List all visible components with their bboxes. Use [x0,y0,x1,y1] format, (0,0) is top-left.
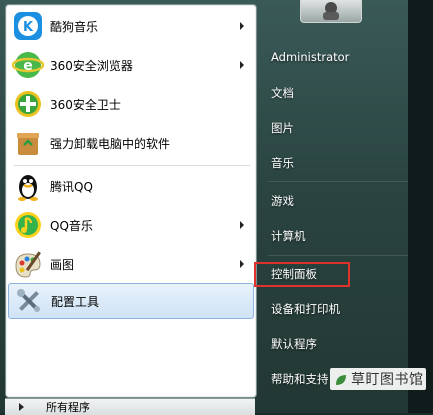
leaf-logo-icon [334,372,348,386]
program-label: 强力卸载电脑中的软件 [50,136,171,151]
submenu-arrow-icon[interactable] [240,61,244,69]
program-label: 酷狗音乐 [50,19,99,34]
program-qq-music[interactable]: QQ音乐 [8,206,254,244]
right-item-help-support[interactable]: 帮助和支持 [271,371,329,387]
program-kugou[interactable]: K 酷狗音乐 [8,7,254,45]
screen-edge [408,0,433,413]
right-item-computer[interactable]: 计算机 [271,228,306,244]
svg-text:K: K [23,20,34,35]
program-qq[interactable]: 腾讯QQ [8,167,254,205]
submenu-arrow-icon[interactable] [240,22,244,30]
svg-text:e: e [23,58,33,74]
menu-divider [268,255,418,256]
submenu-arrow-icon[interactable] [240,260,244,268]
qq-penguin-icon [12,170,44,202]
submenu-arrow-icon[interactable] [240,221,244,229]
kugou-icon: K [12,10,44,42]
right-item-devices-printers[interactable]: 设备和打印机 [271,301,340,317]
360-guard-icon [12,88,44,120]
program-paint[interactable]: 画图 [8,245,254,283]
config-tools-icon [13,285,45,317]
user-avatar[interactable] [300,0,362,23]
right-item-default-programs[interactable]: 默认程序 [271,336,317,352]
program-360-browser[interactable]: e 360安全浏览器 [8,46,254,84]
watermark-text: 草盯图书馆 [351,372,424,388]
program-label: QQ音乐 [50,218,93,233]
programs-pane: K 酷狗音乐 e 360安全浏览器 360安全卫士 强力卸载电脑中的软件 腾讯Q… [5,4,257,398]
paint-palette-icon [12,248,44,280]
menu-divider [268,181,418,182]
360-browser-icon: e [11,49,45,81]
program-uninstall[interactable]: 强力卸载电脑中的软件 [8,124,254,162]
menu-divider [14,165,250,166]
annotation-highlight-box [254,262,350,287]
right-item-documents[interactable]: 文档 [271,85,294,101]
right-item-user[interactable]: Administrator [271,50,349,64]
program-config-tools[interactable]: 配置工具 [8,283,254,319]
right-item-pictures[interactable]: 图片 [271,120,294,136]
uninstall-icon [12,127,44,159]
program-label: 360安全浏览器 [50,58,133,73]
program-label: 画图 [50,257,75,272]
qq-music-icon [12,209,44,241]
program-label: 配置工具 [51,294,100,309]
program-360-guard[interactable]: 360安全卫士 [8,85,254,123]
arrow-right-icon [19,403,24,411]
program-label: 腾讯QQ [50,179,93,194]
right-item-games[interactable]: 游戏 [271,193,294,209]
watermark: 草盯图书馆 [330,368,426,390]
program-label: 360安全卫士 [50,97,121,112]
right-item-music[interactable]: 音乐 [271,155,294,171]
all-programs-button[interactable]: 所有程序 [5,398,255,415]
